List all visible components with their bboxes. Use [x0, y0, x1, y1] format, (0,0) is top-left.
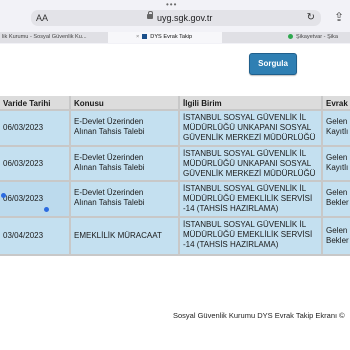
table-row-date-selected: 06/03/2023	[0, 182, 69, 216]
table-row-subject: EMEKLİLİK MÜRACAAT	[71, 218, 178, 254]
table-row-unit: İSTANBUL SOSYAL GÜVENLİK İL MÜDÜRLÜĞÜ UNK…	[180, 147, 321, 180]
favicon-icon	[288, 34, 293, 40]
header-date[interactable]: Varide Tarihi	[0, 96, 69, 109]
tab-label: DYS Evrak Takip	[150, 34, 193, 40]
close-tab-icon[interactable]: ×	[136, 32, 139, 43]
url-text[interactable]: uyg.sgk.gov.tr	[157, 12, 212, 24]
table-row-status: Gelen Bekler	[323, 182, 350, 216]
selection-start-handle[interactable]	[1, 193, 6, 198]
table-row-date: 03/04/2023	[0, 218, 69, 254]
table-row-unit: İSTANBUL SOSYAL GÜVENLİK İL MÜDÜRLÜĞÜ EME…	[180, 182, 321, 216]
table-row-date: 06/03/2023	[0, 147, 69, 180]
tab-sikayetvar[interactable]: Şikayetvar - Şika	[288, 32, 350, 43]
favicon-icon	[142, 34, 148, 40]
window-dots-icon: •••	[166, 0, 178, 9]
header-document[interactable]: Evrak	[323, 96, 350, 109]
page-footer: Sosyal Güvenlik Kurumu DYS Evrak Takip E…	[173, 311, 345, 320]
tab-bar: lik Kurumu - Sosyal Güvenlik Ku... × DYS …	[0, 32, 350, 43]
table-row-date: 06/03/2023	[0, 111, 69, 145]
selection-end-handle[interactable]	[44, 207, 49, 212]
reload-icon[interactable]: ↻	[307, 11, 315, 25]
table-row-subject: E-Devlet Üzerinden Alınan Tahsis Talebi	[71, 147, 178, 180]
table-row-status: Gelen Bekler	[323, 218, 350, 254]
results-table: Varide Tarihi Konusu İlgili Birim Evrak …	[0, 96, 350, 256]
tab-label: Şikayetvar - Şika	[296, 34, 338, 40]
text-size-button[interactable]: AA	[36, 12, 48, 24]
share-icon[interactable]: ⇪	[334, 10, 344, 24]
table-row-subject: E-Devlet Üzerinden Alınan Tahsis Talebi	[71, 111, 178, 145]
table-row-subject: E-Devlet Üzerinden Alınan Tahsis Talebi	[71, 182, 178, 216]
header-subject[interactable]: Konusu	[71, 96, 178, 109]
header-unit[interactable]: İlgili Birim	[180, 96, 321, 109]
table-row-unit: İSTANBUL SOSYAL GÜVENLİK İL MÜDÜRLÜĞÜ UNK…	[180, 111, 321, 145]
browser-chrome: ••• AA uyg.sgk.gov.tr ↻ ⇪ lik Kurumu - S…	[0, 0, 350, 44]
tab-sgk[interactable]: lik Kurumu - Sosyal Güvenlik Ku...	[0, 32, 108, 43]
query-button[interactable]: Sorgula	[249, 53, 297, 75]
tab-dys-evrak-takip[interactable]: × DYS Evrak Takip	[108, 32, 222, 43]
lock-icon	[147, 11, 153, 19]
table-row-status: Gelen Kayıtlı	[323, 111, 350, 145]
address-bar[interactable]: AA uyg.sgk.gov.tr ↻	[31, 10, 321, 26]
tab-label: lik Kurumu - Sosyal Güvenlik Ku...	[2, 34, 87, 40]
table-row-unit: İSTANBUL SOSYAL GÜVENLİK İL MÜDÜRLÜĞÜ EME…	[180, 218, 321, 254]
table-row-status: Gelen Kayıtlı	[323, 147, 350, 180]
